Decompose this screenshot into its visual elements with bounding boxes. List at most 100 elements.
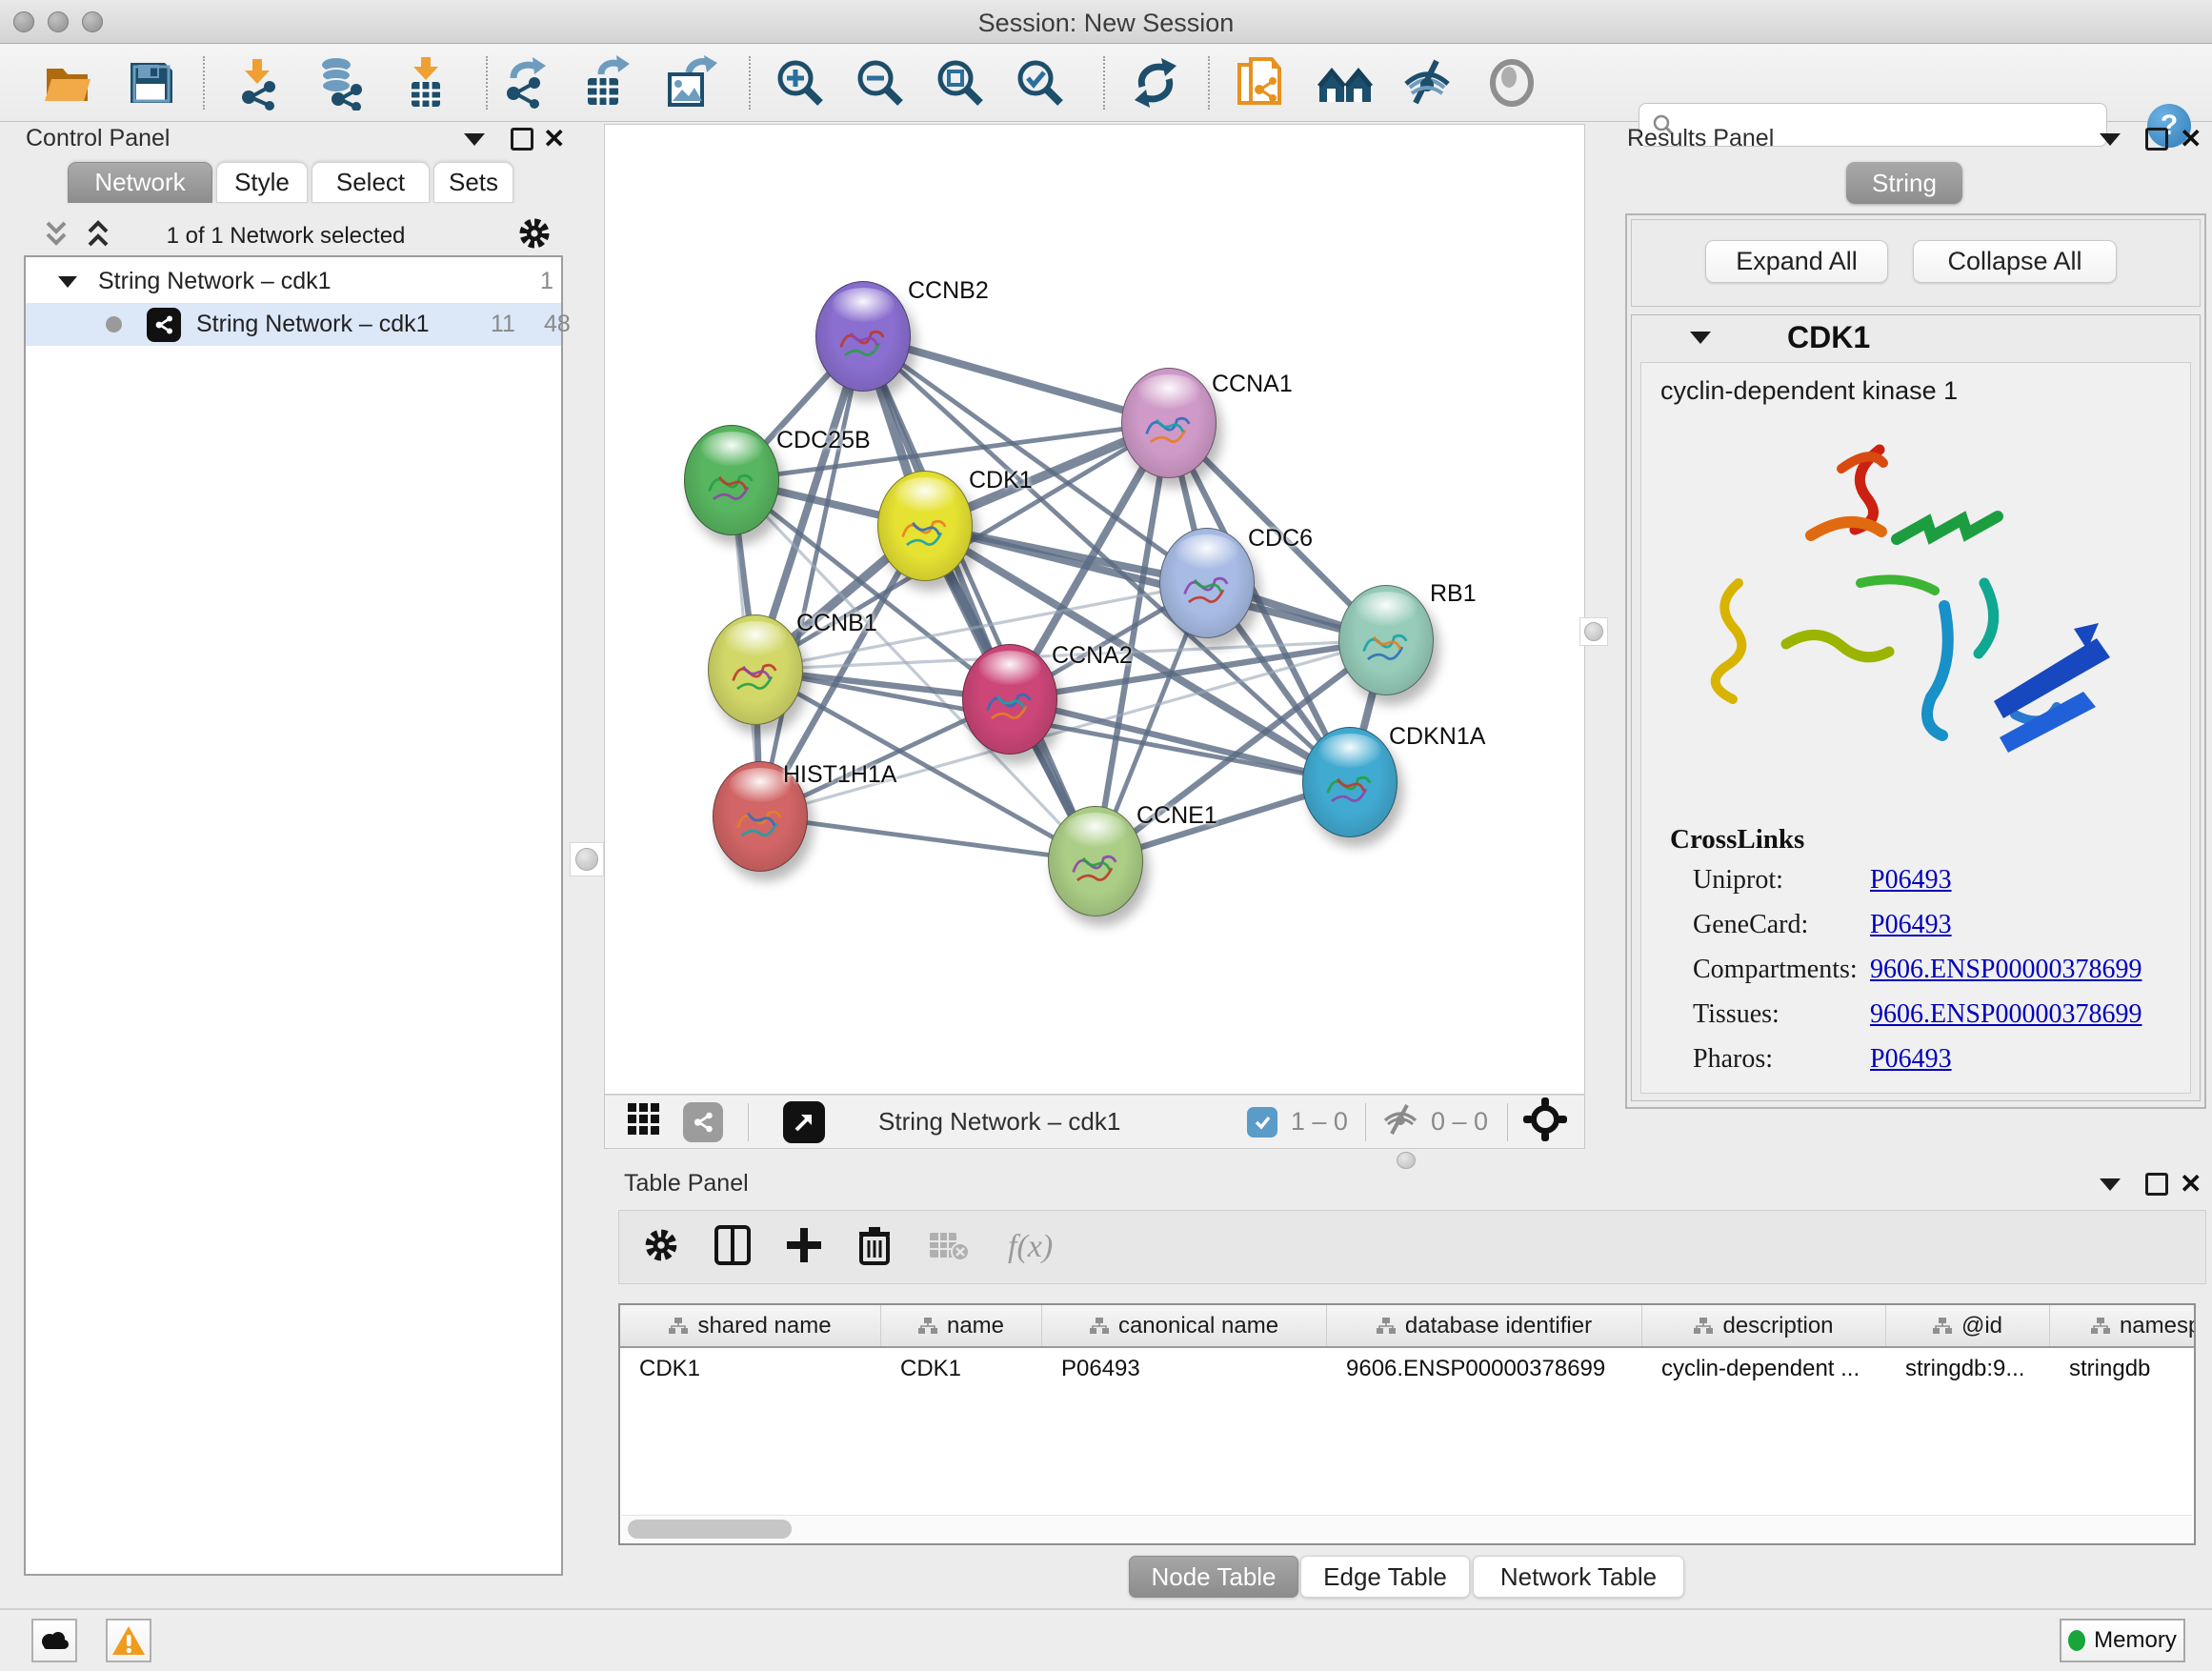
- function-builder-button[interactable]: f(x): [1008, 1229, 1053, 1265]
- zoom-out-button[interactable]: [850, 52, 911, 113]
- table-panel-close-icon[interactable]: ✕: [2180, 1173, 2202, 1196]
- crosslink-value[interactable]: P06493: [1870, 865, 2190, 896]
- export-table-button[interactable]: [577, 52, 638, 113]
- results-panel-close-icon[interactable]: ✕: [2180, 128, 2202, 151]
- network-node-cdc6[interactable]: [1159, 528, 1255, 638]
- column-header[interactable]: description: [1642, 1305, 1886, 1346]
- network-node-ccna1[interactable]: [1121, 368, 1217, 478]
- network-view-canvas[interactable]: CCNB2CCNA1CDC25BCDK1CDC6RB1CCNB1CCNA2CDK…: [604, 124, 1585, 1095]
- selected-checkbox[interactable]: [1247, 1107, 1277, 1137]
- results-panel-float-icon[interactable]: [2100, 133, 2121, 146]
- delete-column-button[interactable]: [857, 1225, 892, 1270]
- tab-network-table[interactable]: Network Table: [1473, 1556, 1684, 1598]
- results-tab-string[interactable]: String: [1846, 162, 1962, 204]
- create-column-button[interactable]: [785, 1226, 823, 1269]
- crosslink-value[interactable]: P06493: [1870, 1044, 2190, 1075]
- scrollbar-thumb[interactable]: [628, 1520, 792, 1539]
- zoom-in-button[interactable]: [770, 52, 831, 113]
- open-session-button[interactable]: [36, 52, 97, 113]
- save-session-button[interactable]: [120, 52, 181, 113]
- network-row[interactable]: String Network – cdk1 11 48: [26, 303, 561, 346]
- home-button[interactable]: [1315, 52, 1376, 113]
- table-panel-title: Table Panel: [624, 1170, 749, 1198]
- control-panel-title: Control Panel: [26, 125, 170, 152]
- main-toolbar: ?: [0, 44, 2212, 122]
- table-panel-maximize-icon[interactable]: [2145, 1173, 2168, 1196]
- memory-button[interactable]: Memory: [2060, 1619, 2185, 1662]
- network-edge[interactable]: [863, 336, 1096, 861]
- table-row[interactable]: CDK1 CDK1 P06493 9606.ENSP00000378699 cy…: [620, 1348, 2194, 1390]
- column-header[interactable]: database identifier: [1327, 1305, 1642, 1346]
- network-node-cdk1[interactable]: [877, 471, 973, 581]
- network-node-ccnb2[interactable]: [815, 281, 911, 392]
- column-header[interactable]: name: [881, 1305, 1042, 1346]
- network-tree: String Network – cdk1 1 String Network –…: [24, 255, 563, 1576]
- gene-section-header[interactable]: CDK1: [1631, 314, 2201, 360]
- network-node-ccna2[interactable]: [962, 644, 1057, 755]
- cloud-status-button[interactable]: [31, 1619, 77, 1662]
- show-columns-button[interactable]: [714, 1225, 751, 1270]
- tab-style[interactable]: Style: [216, 162, 308, 203]
- warnings-button[interactable]: [106, 1619, 151, 1662]
- tab-edge-table[interactable]: Edge Table: [1300, 1556, 1470, 1598]
- table-options-button[interactable]: [642, 1226, 680, 1269]
- column-header[interactable]: @id: [1886, 1305, 2050, 1346]
- column-header[interactable]: shared name: [620, 1305, 881, 1346]
- import-database-button[interactable]: [309, 52, 370, 113]
- network-node-cdkn1a[interactable]: [1302, 727, 1398, 837]
- zoom-fit-button[interactable]: [930, 52, 991, 113]
- tab-sets[interactable]: Sets: [433, 162, 513, 203]
- control-panel-float-icon[interactable]: [464, 133, 485, 146]
- network-node-cdc25b[interactable]: [684, 425, 779, 535]
- control-panel-maximize-icon[interactable]: [511, 128, 533, 151]
- zoom-selected-button[interactable]: [1010, 52, 1071, 113]
- column-header[interactable]: namespace: [2050, 1305, 2196, 1346]
- expand-all-button[interactable]: Expand All: [1705, 240, 1888, 283]
- string-view-button[interactable]: [683, 1102, 723, 1142]
- selected-count: 1 – 0: [1291, 1107, 1348, 1137]
- right-splitter-handle[interactable]: [1579, 617, 1608, 646]
- network-node-rb1[interactable]: [1338, 585, 1434, 695]
- tab-node-table[interactable]: Node Table: [1129, 1556, 1298, 1598]
- fit-selected-button[interactable]: [1523, 1097, 1567, 1146]
- network-collection-row[interactable]: String Network – cdk1 1: [26, 260, 561, 303]
- import-database-icon: [312, 55, 367, 111]
- collection-expand-icon[interactable]: [58, 276, 77, 288]
- import-table-button[interactable]: [395, 52, 456, 113]
- crosslink-value[interactable]: 9606.ENSP00000378699: [1870, 999, 2190, 1030]
- hidden-toggle[interactable]: [1381, 1103, 1419, 1140]
- tab-select[interactable]: Select: [312, 162, 430, 203]
- open-in-window-button[interactable]: [783, 1101, 825, 1143]
- collapse-all-button[interactable]: Collapse All: [1913, 240, 2117, 283]
- network-edge[interactable]: [760, 336, 863, 816]
- delete-table-button[interactable]: [928, 1229, 970, 1266]
- crosslink-value[interactable]: 9606.ENSP00000378699: [1870, 955, 2190, 985]
- expand-all-networks-button[interactable]: [84, 219, 112, 254]
- network-panel-options-button[interactable]: [516, 215, 553, 256]
- crosslink-value[interactable]: P06493: [1870, 910, 2190, 940]
- export-image-button[interactable]: [661, 52, 722, 113]
- clipboard-share-button[interactable]: [1231, 52, 1292, 113]
- show-panel-button[interactable]: [1481, 52, 1542, 113]
- control-panel-close-icon[interactable]: ✕: [543, 128, 565, 151]
- horizontal-splitter-handle[interactable]: [1397, 1152, 1416, 1169]
- network-node-ccnb1[interactable]: [708, 614, 803, 725]
- node-table[interactable]: shared name name canonical name database…: [618, 1303, 2196, 1545]
- table-horizontal-scrollbar[interactable]: [622, 1515, 2192, 1541]
- hide-panel-button[interactable]: [1398, 52, 1458, 113]
- tab-network[interactable]: Network: [68, 162, 212, 203]
- import-network-button[interactable]: [227, 52, 288, 113]
- toolbar-separator: [1208, 56, 1210, 110]
- hidden-count: 0 – 0: [1431, 1107, 1488, 1137]
- refresh-button[interactable]: [1125, 52, 1186, 113]
- column-header[interactable]: canonical name: [1042, 1305, 1327, 1346]
- birdseye-grid-button[interactable]: [626, 1101, 662, 1142]
- gene-collapse-icon[interactable]: [1690, 332, 1711, 344]
- network-node-ccne1[interactable]: [1048, 806, 1143, 916]
- export-network-button[interactable]: [497, 52, 558, 113]
- left-splitter-handle[interactable]: [570, 842, 604, 876]
- table-panel-float-icon[interactable]: [2100, 1178, 2121, 1191]
- results-panel-maximize-icon[interactable]: [2145, 128, 2168, 151]
- network-edge[interactable]: [760, 816, 1096, 861]
- collapse-all-networks-button[interactable]: [42, 219, 70, 254]
